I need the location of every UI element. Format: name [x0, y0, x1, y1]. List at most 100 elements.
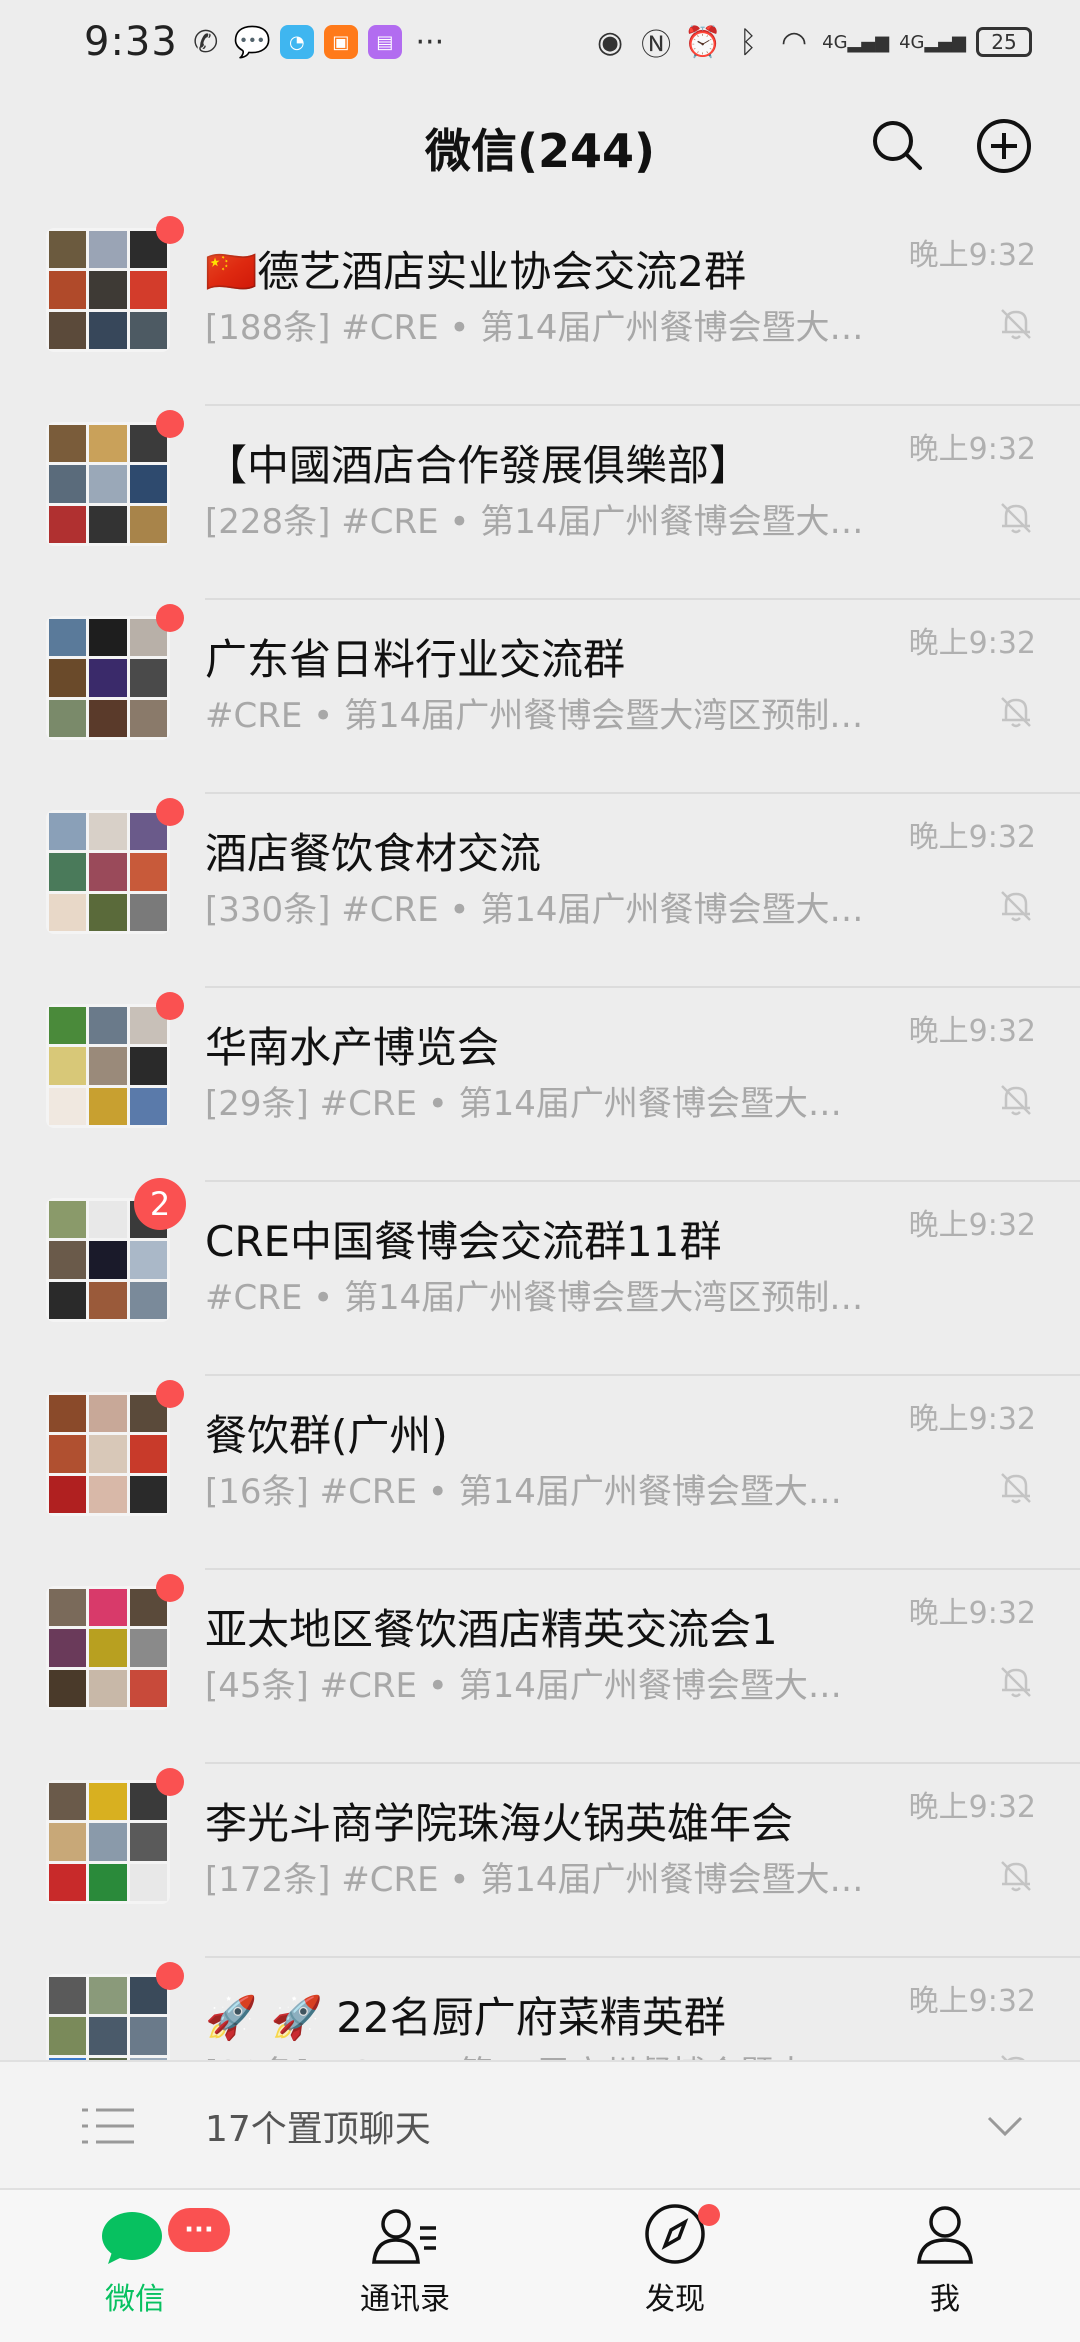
unread-dot: [156, 1380, 184, 1408]
chat-name: 李光斗商学院珠海火锅英雄年会: [205, 1799, 794, 1848]
unread-dot: [156, 410, 184, 438]
app-notification-icon: ▣: [323, 25, 358, 59]
mute-bell-icon: [1001, 1667, 1031, 1698]
missed-call-icon: ✆: [193, 24, 219, 60]
tab-contacts[interactable]: 通讯录: [270, 2190, 540, 2342]
alarm-icon: ⏰: [684, 24, 722, 60]
chat-last-message: [330条] #CRE • 第14届广州餐博会暨大…: [205, 890, 864, 930]
chat-name: 华南水产博览会: [205, 1023, 500, 1072]
unread-dot: [156, 798, 184, 826]
chat-last-message: [20条] #CRE • 第14届广州餐博会暨大湾…: [205, 2046, 865, 2060]
discover-unread-dot: [698, 2204, 720, 2226]
mute-bell-icon: [1001, 1085, 1031, 1116]
tab-chats[interactable]: ··· 微信: [0, 2190, 270, 2342]
chat-time: 晚上9:32: [908, 238, 1036, 273]
group-avatar: [46, 422, 170, 546]
tab-contacts-label: 通讯录: [360, 2282, 450, 2317]
signal-icon: 4G▂▄▆: [899, 31, 966, 53]
chat-last-message: #CRE • 第14届广州餐博会暨大湾区预制…: [205, 696, 864, 736]
chat-list[interactable]: 🇨🇳德艺酒店实业协会交流2群 [188条] #CRE • 第14届广州餐博会暨大…: [0, 212, 1080, 2060]
group-avatar: [46, 810, 170, 934]
chats-badge: ···: [168, 2208, 230, 2252]
status-bar: 9:33 ✆ 💬 ◔ ▣ ▤ ··· ◉ Ⓝ ⏰ ᛒ ◠ 4G▂▄▆ 4G▂▄▆…: [0, 0, 1080, 84]
unread-dot: [156, 1962, 184, 1990]
nfc-icon: Ⓝ: [641, 28, 672, 63]
chat-name: 广东省日料行业交流群: [205, 635, 626, 684]
tab-discover-label: 发现: [645, 2282, 705, 2317]
unread-dot: [156, 992, 184, 1020]
chat-item[interactable]: 亚太地区餐饮酒店精英交流会1 [45条] #CRE • 第14届广州餐博会暨大湾…: [0, 1570, 1080, 1764]
pinned-chats-bar[interactable]: 17个置顶聊天: [0, 2060, 1080, 2190]
status-left: 9:33 ✆ 💬 ◔ ▣ ▤ ···: [84, 19, 448, 65]
chat-last-message: [45条] #CRE • 第14届广州餐博会暨大湾…: [205, 1666, 865, 1706]
chat-item[interactable]: 【中國酒店合作發展俱樂部】 [228条] #CRE • 第14届广州餐博会暨大……: [0, 406, 1080, 600]
chat-time: 晚上9:32: [908, 1790, 1036, 1825]
chat-last-message: [172条] #CRE • 第14届广州餐博会暨大…: [205, 1860, 864, 1900]
signal-label: 4G: [822, 31, 848, 53]
status-time: 9:33: [84, 19, 178, 65]
eye-icon: ◉: [597, 24, 624, 60]
mute-bell-icon: [1001, 2055, 1025, 2060]
battery-icon: 25: [976, 27, 1032, 57]
add-icon[interactable]: [976, 118, 1032, 174]
mute-bell-icon: [1001, 891, 1031, 922]
wifi-icon: ◠: [781, 24, 808, 60]
unread-dot: [156, 604, 184, 632]
chat-name: 酒店餐饮食材交流: [205, 829, 542, 878]
app-notification-icon: ◔: [279, 25, 314, 59]
group-avatar: [46, 1586, 170, 1710]
app-notification-icon: ▤: [367, 25, 402, 59]
chat-item[interactable]: 🚀 🚀 22名厨广府菜精英群 [20条] #CRE • 第14届广州餐博会暨大湾…: [0, 1958, 1080, 2060]
title-bar: 微信(244): [0, 84, 1080, 212]
chat-item[interactable]: 广东省日料行业交流群 #CRE • 第14届广州餐博会暨大湾区预制… 晚上9:3…: [0, 600, 1080, 794]
chat-time: 晚上9:32: [908, 1984, 1036, 2019]
chat-name: 餐饮群(广州): [205, 1411, 448, 1460]
list-icon: [82, 2108, 134, 2144]
bottom-tab-bar: ··· 微信 通讯录 发现 我: [0, 2188, 1080, 2342]
chat-time: 晚上9:32: [908, 1402, 1036, 1437]
status-right: ◉ Ⓝ ⏰ ᛒ ◠ 4G▂▄▆ 4G▂▄▆ 25: [592, 20, 1032, 64]
chat-time: 晚上9:32: [908, 626, 1036, 661]
more-notifications-icon: ···: [415, 24, 445, 60]
group-avatar: [46, 1780, 170, 1904]
group-avatar: [46, 1004, 170, 1128]
chat-item[interactable]: 2 CRE中国餐博会交流群11群 #CRE • 第14届广州餐博会暨大湾区预制……: [0, 1178, 1080, 1376]
chat-item[interactable]: 李光斗商学院珠海火锅英雄年会 [172条] #CRE • 第14届广州餐博会暨大…: [0, 1764, 1080, 1958]
chat-name: 【中國酒店合作發展俱樂部】: [205, 441, 752, 490]
bluetooth-icon: ᛒ: [739, 24, 758, 60]
group-avatar: [46, 228, 170, 352]
chat-item[interactable]: 餐饮群(广州) [16条] #CRE • 第14届广州餐博会暨大湾… 晚上9:3…: [0, 1376, 1080, 1570]
tab-discover[interactable]: 发现: [540, 2190, 810, 2342]
contacts-icon: [372, 2209, 436, 2264]
chat-name: 🚀 🚀 22名厨广府菜精英群: [205, 1993, 726, 2042]
chat-last-message: #CRE • 第14届广州餐博会暨大湾区预制…: [205, 1278, 864, 1318]
chat-item[interactable]: 🇨🇳德艺酒店实业协会交流2群 [188条] #CRE • 第14届广州餐博会暨大…: [0, 212, 1080, 406]
battery-level: 25: [991, 30, 1017, 54]
chat-item[interactable]: 酒店餐饮食材交流 [330条] #CRE • 第14届广州餐博会暨大… 晚上9:…: [0, 794, 1080, 988]
signal-icon: 4G▂▄▆: [822, 31, 890, 53]
chat-last-message: [29条] #CRE • 第14届广州餐博会暨大湾…: [205, 1084, 865, 1124]
page-title: 微信(244): [424, 124, 656, 178]
chat-last-message: [188条] #CRE • 第14届广州餐博会暨大…: [205, 308, 864, 348]
search-icon[interactable]: [870, 118, 924, 172]
tab-chats-label: 微信: [105, 2282, 165, 2317]
group-avatar: [46, 1974, 170, 2060]
chat-time: 晚上9:32: [908, 432, 1036, 467]
chat-time: 晚上9:32: [908, 1596, 1036, 1631]
tab-me[interactable]: 我: [810, 2190, 1080, 2342]
mute-bell-icon: [1001, 697, 1031, 728]
chevron-down-icon[interactable]: [986, 2114, 1024, 2138]
unread-dot: [156, 216, 184, 244]
signal-label: 4G: [899, 31, 925, 53]
chat-time: 晚上9:32: [908, 1208, 1036, 1243]
profile-icon: [917, 2206, 973, 2264]
unread-dot: [156, 1768, 184, 1796]
chat-name: 亚太地区餐饮酒店精英交流会1: [205, 1605, 778, 1654]
mute-bell-icon: [1001, 309, 1031, 340]
chat-bubble-icon: [102, 2212, 162, 2264]
chat-name: 🇨🇳德艺酒店实业协会交流2群: [205, 247, 747, 296]
chat-item[interactable]: 华南水产博览会 [29条] #CRE • 第14届广州餐博会暨大湾… 晚上9:3…: [0, 988, 1080, 1182]
chat-name: CRE中国餐博会交流群11群: [205, 1217, 722, 1266]
tab-me-label: 我: [930, 2282, 960, 2317]
chat-time: 晚上9:32: [908, 1014, 1036, 1049]
